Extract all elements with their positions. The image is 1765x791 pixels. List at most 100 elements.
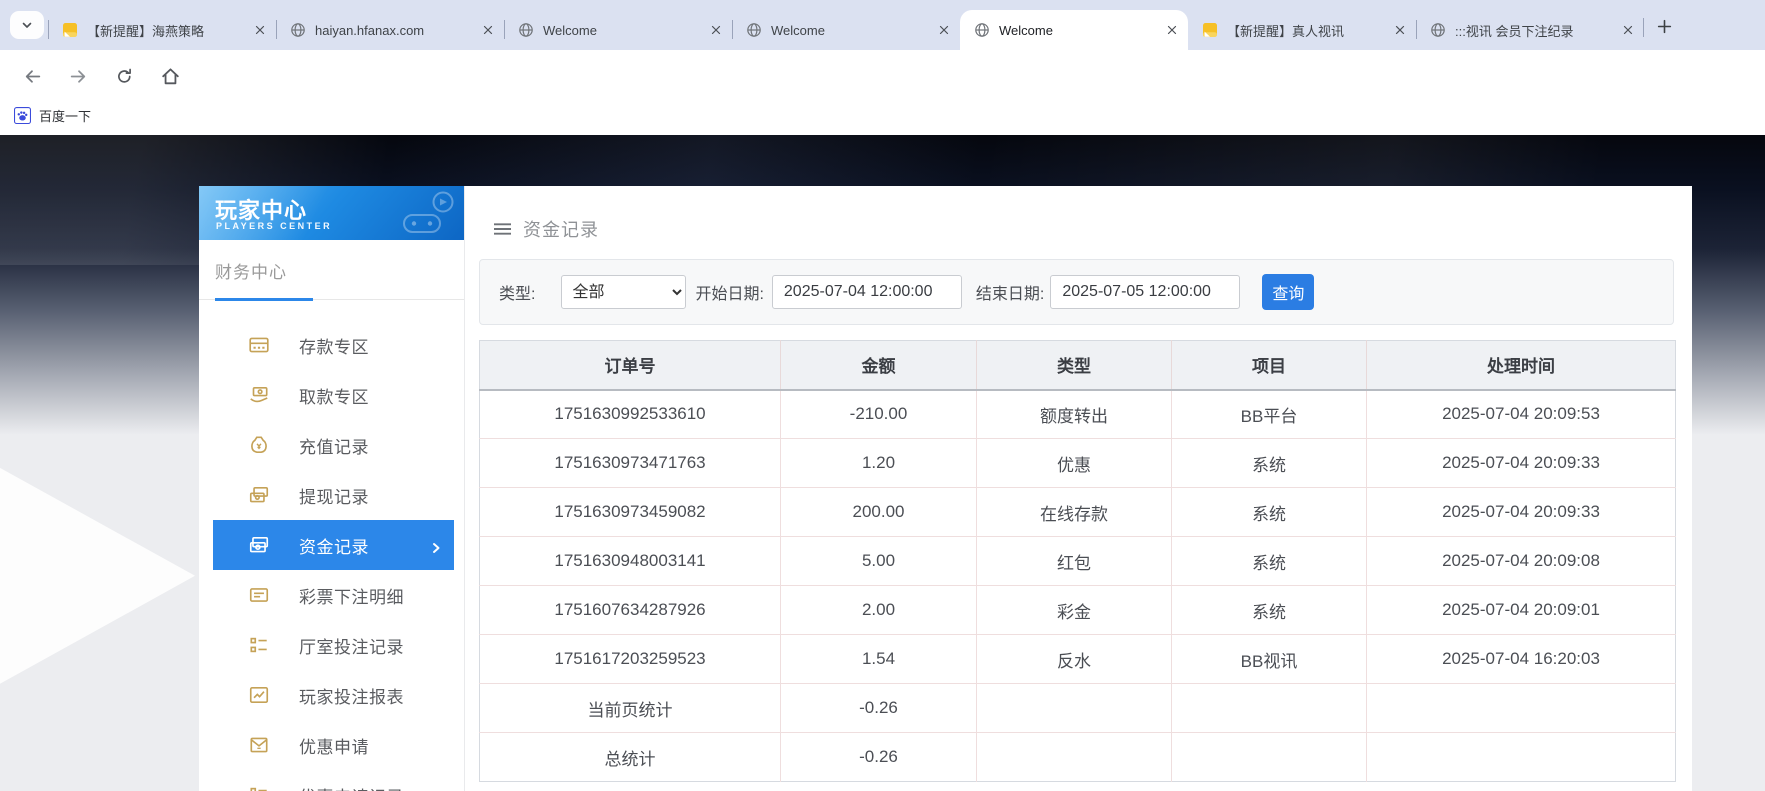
browser-tab-strip: 【新提醒】海燕策略 haiyan.hfanax.com Welcome Welcome… — [0, 0, 1765, 50]
table-cell: 1.20 — [781, 439, 977, 488]
globe-icon — [1430, 22, 1446, 38]
tab-close-icon[interactable] — [936, 22, 952, 38]
reload-button[interactable] — [113, 65, 135, 87]
cashout-icon — [248, 484, 270, 506]
players-center-subtitle: PLAYERS CENTER — [216, 221, 332, 231]
chevron-down-icon — [19, 17, 35, 33]
home-icon — [160, 66, 181, 87]
sidebar-section-rule — [199, 299, 464, 300]
table-cell: BB平台 — [1172, 390, 1367, 439]
forward-button[interactable] — [67, 65, 89, 87]
sidebar-header: 玩家中心 PLAYERS CENTER — [199, 186, 464, 240]
tab-close-icon[interactable] — [1392, 22, 1408, 38]
tab-title: 【新提醒】海燕策略 — [87, 21, 246, 40]
forward-arrow-icon — [68, 66, 89, 87]
tab[interactable]: Welcome — [504, 10, 732, 50]
table-row: 17516309734717631.20优惠系统2025-07-04 20:09… — [480, 439, 1676, 488]
table-header-row: 订单号金额类型项目处理时间 — [480, 341, 1676, 390]
promo-icon — [248, 734, 270, 756]
table-row: 17516076342879262.00彩金系统2025-07-04 20:09… — [480, 586, 1676, 635]
globe-icon — [518, 22, 534, 38]
end-date-label: 结束日期: — [976, 280, 1044, 304]
type-select[interactable]: 全部 — [561, 275, 686, 309]
home-button[interactable] — [159, 65, 181, 87]
tab-active[interactable]: Welcome — [960, 10, 1188, 50]
table-cell: 优惠 — [977, 439, 1172, 488]
sidebar-item-promo[interactable]: 优惠申请 — [199, 720, 464, 770]
globe-icon — [290, 22, 306, 38]
sidebar-item-promo-record[interactable]: 优惠申请记录 — [199, 770, 464, 791]
end-date-input[interactable] — [1050, 275, 1240, 309]
bookmarks-bar: 百度一下 — [0, 101, 1765, 135]
sidebar-item-report[interactable]: 玩家投注报表 — [199, 670, 464, 720]
table-cell: 反水 — [977, 635, 1172, 684]
table-cell: 总统计 — [480, 733, 781, 782]
sidebar-item-recharge[interactable]: 充值记录 — [199, 420, 464, 470]
sidebar-item-deposit[interactable]: 存款专区 — [199, 320, 464, 370]
sidebar-item-withdraw[interactable]: 取款专区 — [199, 370, 464, 420]
deposit-icon — [248, 334, 270, 356]
table-row: 1751630992533610-210.00额度转出BB平台2025-07-0… — [480, 390, 1676, 439]
table-row: 17516309480031415.00红包系统2025-07-04 20:09… — [480, 537, 1676, 586]
background-triangle-shape — [0, 425, 195, 715]
page-title: 资金记录 — [523, 216, 599, 242]
globe-icon — [746, 22, 762, 38]
table-cell — [1367, 684, 1676, 733]
sidebar-item-label: 优惠申请记录 — [299, 783, 404, 791]
tab-title: Welcome — [999, 23, 1158, 38]
table-cell: 1751617203259523 — [480, 635, 781, 684]
new-tab-button[interactable] — [1652, 14, 1676, 38]
back-button[interactable] — [21, 65, 43, 87]
hall-icon — [248, 634, 270, 656]
tab-search-button[interactable] — [10, 11, 44, 39]
tab[interactable]: 【新提醒】海燕策略 — [48, 10, 276, 50]
hamburger-menu-icon[interactable] — [494, 222, 511, 236]
search-button[interactable]: 查询 — [1262, 274, 1314, 310]
tab-close-icon[interactable] — [1620, 22, 1636, 38]
column-header: 金额 — [781, 341, 977, 390]
table-cell: -0.26 — [781, 684, 977, 733]
tab[interactable]: 【新提醒】真人视讯 — [1188, 10, 1416, 50]
table-cell: 1751630973471763 — [480, 439, 781, 488]
sidebar-item-funds[interactable]: 资金记录 — [199, 520, 464, 570]
recharge-icon — [248, 434, 270, 456]
sidebar-item-label: 取款专区 — [299, 383, 369, 408]
report-icon — [248, 684, 270, 706]
table-cell — [1172, 684, 1367, 733]
tab-close-icon[interactable] — [1164, 22, 1180, 38]
sidebar-item-label: 资金记录 — [299, 533, 369, 558]
tab-title: Welcome — [771, 23, 930, 38]
tab-title: Welcome — [543, 23, 702, 38]
table-cell — [977, 684, 1172, 733]
tab[interactable]: haiyan.hfanax.com — [276, 10, 504, 50]
column-header: 处理时间 — [1367, 341, 1676, 390]
sidebar-item-label: 充值记录 — [299, 433, 369, 458]
back-arrow-icon — [22, 66, 43, 87]
baidu-paw-icon — [14, 107, 31, 124]
table-cell: 1751607634287926 — [480, 586, 781, 635]
tab[interactable]: :::视讯 会员下注纪录 — [1416, 10, 1644, 50]
bookmark-baidu[interactable]: 百度一下 — [14, 106, 91, 125]
tab-close-icon[interactable] — [480, 22, 496, 38]
sidebar-item-lottery[interactable]: 彩票下注明细 — [199, 570, 464, 620]
tab-close-icon[interactable] — [252, 22, 268, 38]
funds-records-table: 订单号金额类型项目处理时间 1751630992533610-210.00额度转… — [479, 340, 1676, 782]
sidebar-item-label: 厅室投注记录 — [299, 633, 404, 658]
sidebar-item-cashout[interactable]: 提现记录 — [199, 470, 464, 520]
table-cell — [977, 733, 1172, 782]
sidebar-item-hall[interactable]: 厅室投注记录 — [199, 620, 464, 670]
type-label: 类型: — [499, 280, 535, 304]
table-cell — [1172, 733, 1367, 782]
table-cell: 2025-07-04 20:09:33 — [1367, 439, 1676, 488]
table-row: 1751630973459082200.00在线存款系统2025-07-04 2… — [480, 488, 1676, 537]
table-cell: 2025-07-04 20:09:33 — [1367, 488, 1676, 537]
table-cell: 当前页统计 — [480, 684, 781, 733]
table-cell: 彩金 — [977, 586, 1172, 635]
tab-close-icon[interactable] — [708, 22, 724, 38]
tab[interactable]: Welcome — [732, 10, 960, 50]
start-date-input[interactable] — [772, 275, 962, 309]
browser-toolbar: js13.cc/hhcp/usercenter.html?iniType=6 — [0, 50, 1765, 101]
column-header: 订单号 — [480, 341, 781, 390]
table-cell: BB视讯 — [1172, 635, 1367, 684]
table-cell: 1751630948003141 — [480, 537, 781, 586]
